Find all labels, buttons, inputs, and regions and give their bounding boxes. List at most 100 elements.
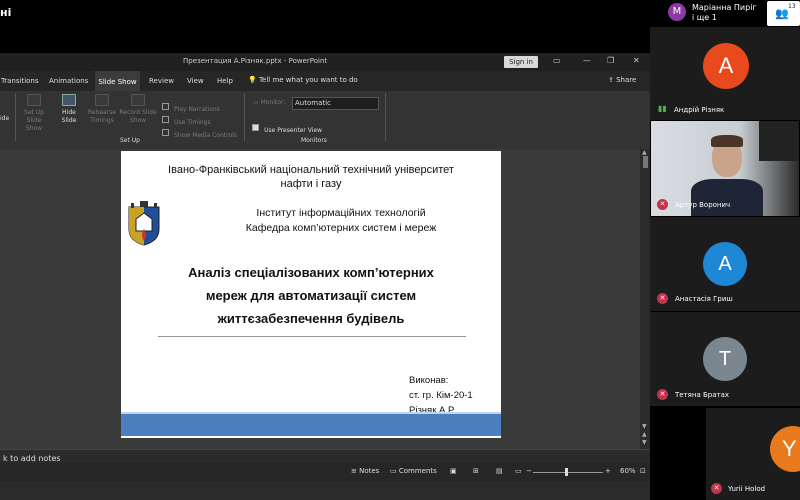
show-media-check [162,129,169,136]
show-media-checkbox[interactable]: Show Media Controls [162,122,237,141]
muted-mic-icon: ✕ [657,293,668,304]
ppt-window-title: Презентация А.Різняк.pptx - PowerPoint [183,57,328,65]
next-slide-icon[interactable]: ▼ [642,439,647,446]
reading-view-icon[interactable]: ▤ [496,467,503,475]
share-button[interactable]: ⇪ Share [608,76,636,84]
tell-me-search[interactable]: 💡 Tell me what you want to do [248,76,358,84]
zoom-slider[interactable] [533,472,603,473]
tab-view[interactable]: View [187,77,204,85]
zoom-in-icon[interactable]: + [605,467,611,475]
comments-icon: ▭ [390,467,399,475]
participant-avatar: Y [770,426,800,472]
presenter-name-line1: Маріанна Пиріг [692,3,757,12]
participant-name: Артур Воронич [675,201,731,209]
presenter-view-label: Use Presenter View [264,127,323,134]
tab-animations[interactable]: Animations [49,77,88,85]
slide-department: Кафедра комп’ютерних систем і мереж [245,222,437,234]
notes-icon: ≡ [351,467,360,475]
monitor-select[interactable]: Automatic [292,97,379,110]
rehearse-label: Rehearse Timings [87,109,117,124]
hide-slide-label: Hide Slide [61,109,77,124]
setup-show-label: Set Up Slide Show [24,109,44,132]
tab-review[interactable]: Review [149,77,174,85]
slide[interactable]: Івано-Франківський національний технічни… [121,151,501,438]
slideshow-view-icon[interactable]: ▭ [515,467,522,475]
tab-transitions[interactable]: Transitions [1,77,39,85]
tell-me-label: Tell me what you want to do [258,76,358,84]
minimize-icon[interactable]: — [583,56,591,65]
speaking-icon: ▮▮ [658,104,667,113]
setup-show-button[interactable]: Set Up Slide Show [20,94,48,133]
video-dark-corner [759,121,799,161]
fit-slide-icon[interactable]: ⊡ [640,467,646,475]
ribbon-divider [244,93,245,141]
slide-title-line2: мереж для автоматизації систем [205,288,417,303]
presenter-view-check [252,124,259,131]
notes-button[interactable]: ≡ Notes [351,467,379,475]
share-icon: ⇪ [608,76,617,84]
comments-button[interactable]: ▭ Comments [390,467,437,475]
slide-title-line3: життєзабезпечення будівель [217,311,405,326]
normal-view-icon[interactable]: ▣ [450,467,457,475]
tab-slide-show[interactable]: Slide Show [95,71,140,91]
slide-sorter-icon[interactable]: ⊞ [473,467,479,475]
signin-button[interactable]: Sign in [504,56,538,68]
presenter-view-checkbox[interactable]: Use Presenter View [252,117,322,136]
participant-tile[interactable]: А ▮▮ Андрій Різняк [650,27,800,120]
slide-footer-band [121,414,501,436]
slide-university-line1: Івано-Франківський національний технічни… [168,164,454,176]
group-monitors-label: Monitors [301,137,327,144]
participants-count: 13 [788,3,796,10]
presenter-chip[interactable]: М Маріанна Пиріг і ще 1 [668,3,765,25]
slide-institute: Інститут інформаційних технологій [256,207,426,219]
group-setup-label: Set Up [120,137,140,144]
zoom-out-icon[interactable]: − [526,467,532,475]
hide-slide-button[interactable]: Hide Slide [55,94,83,125]
person-body [691,179,763,216]
vertical-scrollbar[interactable] [640,149,650,449]
participant-tile[interactable]: Т ✕ Тетяна Братах [650,312,800,406]
prev-slide-icon[interactable]: ▲ [642,431,647,438]
participant-name: Анастасія Гриш [675,295,733,303]
participant-name: Yurii Holod [728,485,766,493]
close-icon[interactable]: ✕ [633,56,640,65]
zoom-slider-knob[interactable] [565,468,568,476]
restore-icon[interactable]: ❐ [607,56,614,65]
participant-avatar: А [703,43,749,89]
monitor-label-text: Monitor: [260,99,286,106]
tab-help[interactable]: Help [217,77,233,85]
ribbon-divider [15,93,16,141]
zoom-level[interactable]: 60% [620,467,636,475]
participant-tile[interactable]: Y ✕ Yurii Holod [706,408,800,500]
scroll-down-icon[interactable]: ▼ [642,423,647,430]
presenter-name: Маріанна Пиріг і ще 1 [692,3,757,23]
muted-mic-icon: ✕ [711,483,722,494]
scroll-thumb[interactable] [643,156,648,168]
participant-video[interactable]: ✕ Артур Воронич [651,121,799,216]
hide-slide-icon [62,94,76,106]
presenter-avatar: М [668,3,686,21]
lightbulb-icon: 💡 [248,76,259,84]
ribbon-partial-label: ide [0,115,10,122]
participants-button[interactable]: 👥 13 [767,1,800,26]
participant-tile[interactable]: А ✕ Анастасія Гриш [650,217,800,311]
show-media-label: Show Media Controls [174,132,237,139]
people-icon: 👥 [775,7,789,20]
ribbon-display-icon[interactable]: ▭ [553,56,561,65]
presenter-name-line2: і ще 1 [692,13,717,22]
record-slide-show-button[interactable]: Record Slide Show [117,94,159,125]
monitor-icon: ▭ [253,99,261,106]
notes-label: Notes [359,467,380,475]
muted-mic-icon: ✕ [657,389,668,400]
rehearse-icon [95,94,109,106]
slide-divider-line [158,336,466,337]
notes-placeholder[interactable]: k to add notes [3,454,61,463]
record-label: Record Slide Show [119,109,157,124]
share-label: Share [616,76,637,84]
participant-avatar: Т [703,337,747,381]
setup-show-icon [27,94,41,106]
rehearse-timings-button[interactable]: Rehearse Timings [87,94,117,125]
ppt-title-bar: Презентация А.Різняк.pptx - PowerPoint S… [0,53,650,71]
scroll-up-icon[interactable]: ▲ [642,149,647,156]
powerpoint-window: Презентация А.Різняк.pptx - PowerPoint S… [0,53,650,500]
